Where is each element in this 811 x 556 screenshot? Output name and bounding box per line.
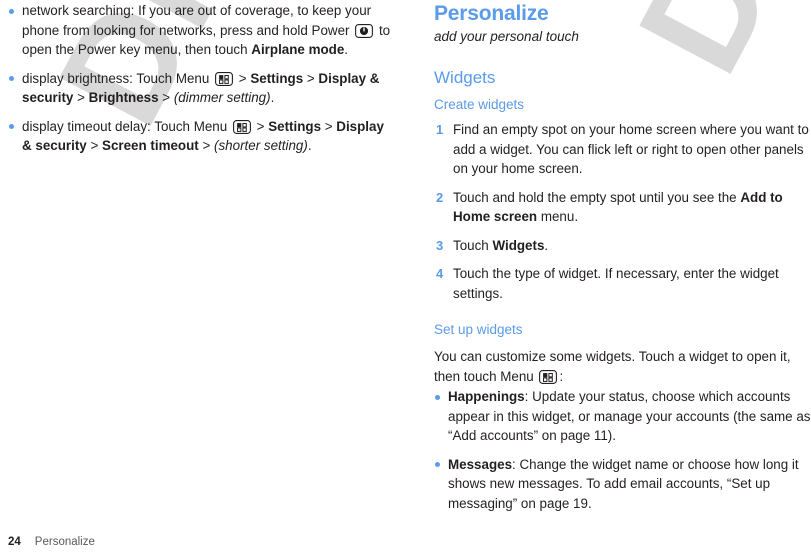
step-number: 4 bbox=[436, 266, 444, 281]
network-searching-text: . bbox=[344, 42, 349, 57]
left-bullet-list: network searching: If you are out of cov… bbox=[8, 1, 393, 156]
menu-key-icon bbox=[215, 71, 234, 86]
step-2-text: Touch and hold the empty spot until you … bbox=[453, 189, 741, 205]
footer-page-number: 24 bbox=[8, 536, 21, 548]
menu-key-icon bbox=[232, 119, 251, 134]
step-number: 3 bbox=[436, 237, 444, 253]
step-3-text: . bbox=[544, 237, 549, 253]
page-footer: 24 Personalize bbox=[8, 536, 95, 548]
manual-page: network searching: If you are out of cov… bbox=[0, 0, 811, 556]
step-4-text: Touch the type of widget. If necessary, … bbox=[453, 266, 779, 301]
display-timeout-delay-text: > bbox=[252, 118, 269, 134]
display-brightness-text: . bbox=[270, 90, 275, 105]
setup-intro-text: : bbox=[559, 368, 564, 384]
section-heading-widgets: Widgets bbox=[434, 68, 496, 87]
display-brightness-italic-term: (dimmer setting) bbox=[173, 90, 271, 105]
display-timeout-delay-text: . bbox=[307, 138, 312, 153]
create-widgets-steps: 1 Find an empty spot on your home screen … bbox=[434, 120, 811, 303]
display-brightness-bold-term: Brightness bbox=[88, 90, 159, 105]
network-searching-bold-term: Airplane mode bbox=[251, 42, 345, 57]
display-brightness-text: > bbox=[235, 70, 251, 86]
page-subtitle: add your personal touch bbox=[434, 29, 579, 44]
display-brightness-text: > bbox=[73, 90, 89, 105]
display-brightness-text: display brightness: Touch Menu bbox=[22, 70, 214, 86]
list-item-happenings: Happenings: Update your status, choose w… bbox=[434, 387, 811, 446]
footer-section-label: Personalize bbox=[34, 536, 95, 548]
display-timeout-delay-italic-term: (shorter setting) bbox=[214, 138, 308, 153]
step-1-text: Find an empty spot on your home screen w… bbox=[453, 122, 809, 176]
display-timeout-delay-text: > bbox=[86, 138, 103, 153]
happenings-bold-term: Happenings bbox=[448, 389, 525, 404]
display-timeout-delay-text: > bbox=[321, 118, 337, 134]
display-brightness-text: > bbox=[158, 90, 174, 105]
list-item-display-brightness: display brightness: Touch Menu > Setting… bbox=[8, 69, 393, 108]
setup-intro-text: You can customize some widgets. Touch a … bbox=[434, 349, 791, 384]
list-item-network-searching: network searching: If you are out of cov… bbox=[8, 1, 393, 60]
step-3-text: Touch bbox=[453, 237, 493, 253]
step-2-text: menu. bbox=[537, 209, 579, 224]
display-timeout-delay-text: display timeout delay: Touch Menu bbox=[22, 118, 231, 134]
list-item-messages: Messages: Change the widget name or choo… bbox=[434, 455, 811, 514]
right-column: Personalize add your personal touch Widg… bbox=[434, 0, 811, 513]
display-brightness-bold-term: Settings bbox=[250, 70, 304, 86]
menu-key-icon bbox=[539, 369, 558, 384]
set-up-widgets-intro: You can customize some widgets. Touch a … bbox=[434, 347, 811, 386]
set-up-widgets-bullet-list: Happenings: Update your status, choose w… bbox=[434, 387, 811, 513]
list-item-display-timeout-delay: display timeout delay: Touch Menu > Sett… bbox=[8, 117, 393, 156]
display-timeout-delay-bold-term: Settings bbox=[268, 118, 322, 134]
subsection-heading-set-up-widgets: Set up widgets bbox=[434, 322, 523, 337]
display-timeout-delay-text: > bbox=[198, 138, 215, 153]
step-item: 1 Find an empty spot on your home screen … bbox=[434, 120, 811, 179]
display-timeout-delay-bold-term: Screen timeout bbox=[102, 138, 199, 153]
display-brightness-text: > bbox=[303, 70, 319, 86]
page-title: Personalize bbox=[434, 2, 549, 25]
network-searching-text: network searching: If you are out of cov… bbox=[22, 3, 372, 38]
power-key-icon bbox=[355, 23, 374, 38]
step-item: 2 Touch and hold the empty spot until you… bbox=[434, 188, 811, 227]
step-number: 1 bbox=[436, 122, 444, 137]
step-item: 4 Touch the type of widget. If necessary,… bbox=[434, 264, 811, 303]
step-item: 3 Touch Widgets. bbox=[434, 236, 811, 256]
subsection-heading-create-widgets: Create widgets bbox=[434, 97, 525, 112]
messages-bold-term: Messages bbox=[448, 456, 513, 472]
step-number: 2 bbox=[436, 189, 444, 205]
step-3-bold-term: Widgets bbox=[492, 237, 545, 253]
left-column: network searching: If you are out of cov… bbox=[8, 0, 393, 156]
